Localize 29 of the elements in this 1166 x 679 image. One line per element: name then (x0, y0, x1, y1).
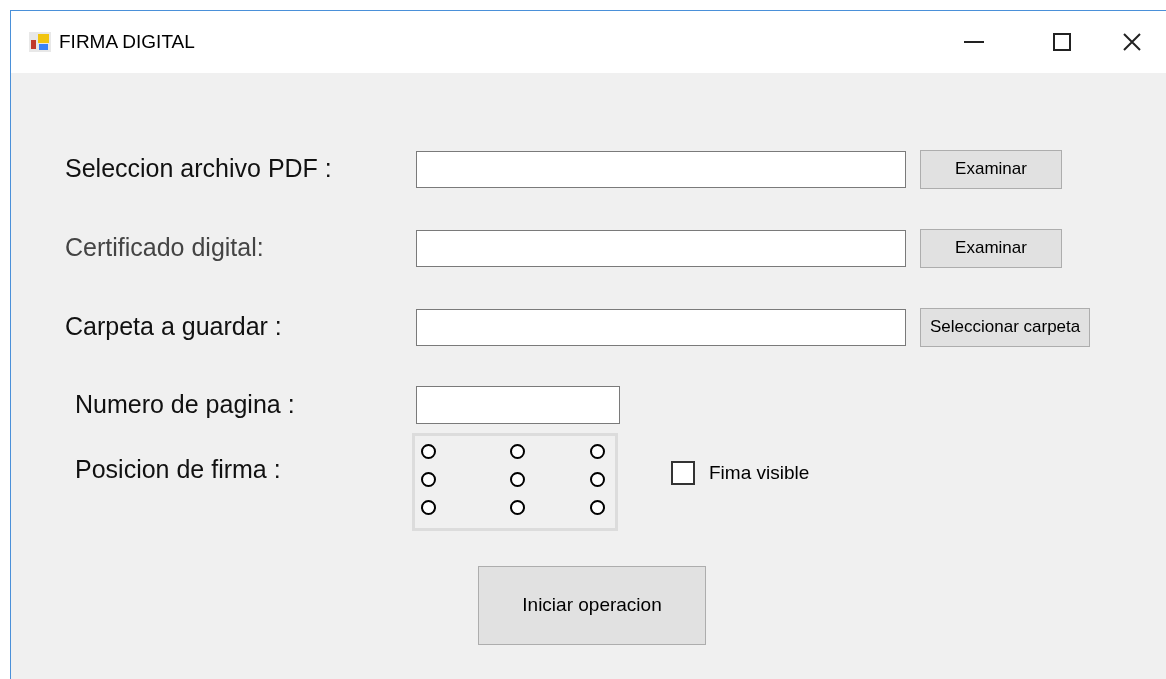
path-field[interactable] (416, 150, 906, 188)
position-radio[interactable] (510, 444, 526, 459)
field-label: Seleccion archivo PDF : (65, 153, 333, 185)
browse-button[interactable]: Seleccionar carpeta (920, 307, 1091, 347)
app-icon (29, 32, 51, 52)
window-title: FIRMA DIGITAL (59, 29, 195, 54)
minimize-icon (964, 41, 984, 43)
position-radio[interactable] (421, 444, 436, 459)
start-button[interactable]: Iniciar operacion (478, 566, 706, 645)
close-icon (1123, 33, 1141, 51)
field-label: Numero de pagina : (74, 389, 296, 421)
path-field[interactable] (416, 229, 906, 267)
page-number-field[interactable] (416, 386, 620, 424)
browse-button[interactable]: Examinar (920, 228, 1062, 268)
maximize-icon (1053, 33, 1071, 51)
checkbox[interactable] (671, 461, 695, 486)
position-radio[interactable] (421, 472, 436, 487)
position-radio[interactable] (510, 500, 526, 515)
field-label: Posicion de firma : (74, 454, 282, 485)
path-field[interactable] (416, 308, 906, 346)
position-radio[interactable] (590, 500, 605, 515)
position-radio[interactable] (510, 472, 526, 487)
field-label: Certificado digital: (65, 232, 265, 264)
field-label: Carpeta a guardar : (65, 311, 283, 343)
position-radio[interactable] (421, 500, 436, 515)
position-radio[interactable] (590, 472, 605, 487)
browse-button[interactable]: Examinar (920, 149, 1062, 189)
checkbox-label: Fima visible (709, 461, 810, 485)
position-radio[interactable] (590, 444, 605, 459)
